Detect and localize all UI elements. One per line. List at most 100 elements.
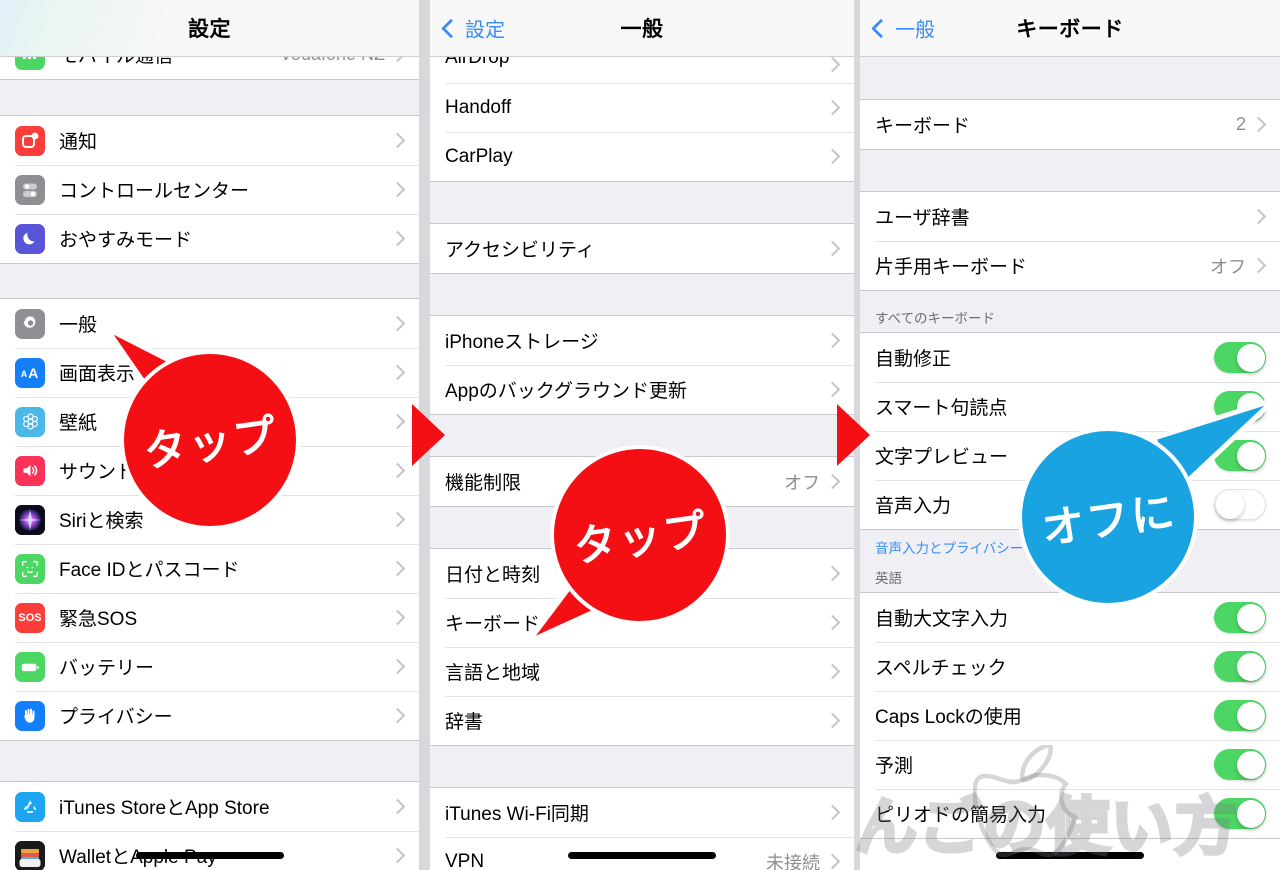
table-row-period-shortcut[interactable]: ピリオドの簡易入力 <box>860 789 1280 838</box>
row-label: バッテリー <box>59 658 155 679</box>
chevron-right-icon <box>824 804 841 821</box>
chevron-right-icon <box>389 560 406 577</box>
chevron-left-icon <box>871 18 891 38</box>
panel1-gap-1 <box>0 80 419 115</box>
toggle-period-shortcut[interactable] <box>1214 798 1266 829</box>
control-center-icon <box>15 174 45 205</box>
row-label: 文字プレビュー <box>875 447 1009 468</box>
panel2-group-b: アクセシビリティ <box>430 223 854 274</box>
chevron-right-icon <box>1250 257 1267 274</box>
callout-bubble-tap-1: タップ <box>120 350 300 530</box>
siri-icon <box>15 504 45 535</box>
table-row-one-handed-keyboard[interactable]: 片手用キーボード オフ <box>860 241 1280 290</box>
table-row-iphone-storage[interactable]: iPhoneストレージ <box>430 316 854 365</box>
chevron-right-icon <box>824 663 841 680</box>
toggle-knob <box>1236 343 1265 372</box>
back-button-general[interactable]: 一般 <box>871 14 935 43</box>
panel3-group-a: キーボード 2 <box>860 99 1280 150</box>
toggle-auto-correction[interactable] <box>1214 342 1266 373</box>
panel3-group-d: 自動大文字入力 スペルチェック Caps Lockの使用 予測 ピリオドの簡易入… <box>860 592 1280 839</box>
table-row-language-region[interactable]: 言語と地域 <box>430 647 854 696</box>
row-label: 片手用キーボード <box>875 257 1028 278</box>
row-label: Siriと検索 <box>59 511 144 532</box>
row-label: ユーザ辞書 <box>875 208 970 229</box>
sidebar-item-do-not-disturb[interactable]: おやすみモード <box>0 214 419 263</box>
row-label: おやすみモード <box>59 230 193 251</box>
toggle-auto-capitalization[interactable] <box>1214 602 1266 633</box>
chevron-right-icon <box>389 609 406 626</box>
toggle-knob <box>1236 701 1265 730</box>
chevron-right-icon <box>824 148 841 165</box>
callout-text: タップ <box>570 505 711 573</box>
toggle-predictive[interactable] <box>1214 749 1266 780</box>
table-row-predictive[interactable]: 予測 <box>860 740 1280 789</box>
sidebar-item-wallet[interactable]: WalletとApple Pay <box>0 831 419 870</box>
toggle-knob <box>1236 750 1265 779</box>
toggle-check-spelling[interactable] <box>1214 651 1266 682</box>
table-row-user-dictionary[interactable]: ユーザ辞書 <box>860 192 1280 241</box>
wallpaper-icon <box>15 406 45 437</box>
table-row-airdrop[interactable]: AirDrop <box>430 57 854 83</box>
chevron-right-icon <box>389 707 406 724</box>
panel2-group-c: iPhoneストレージ Appのバックグラウンド更新 <box>430 315 854 415</box>
row-label: iPhoneストレージ <box>445 332 599 353</box>
row-label: Face IDとパスコード <box>59 560 240 581</box>
chevron-right-icon <box>824 614 841 631</box>
row-label: モバイル通信 <box>59 57 173 68</box>
table-row-check-spelling[interactable]: スペルチェック <box>860 642 1280 691</box>
chevron-right-icon <box>389 798 406 815</box>
table-row-keyboards[interactable]: キーボード 2 <box>860 100 1280 149</box>
row-value: Vodafone NZ <box>280 57 392 65</box>
table-row-carplay[interactable]: CarPlay <box>430 132 854 181</box>
face-id-icon <box>15 553 45 584</box>
table-row-auto-capitalization[interactable]: 自動大文字入力 <box>860 593 1280 642</box>
toggle-knob <box>1236 799 1265 828</box>
table-row-background-refresh[interactable]: Appのバックグラウンド更新 <box>430 365 854 414</box>
row-label: 言語と地域 <box>445 663 541 684</box>
chevron-right-icon <box>824 99 841 116</box>
aa-glyph: A <box>20 368 29 379</box>
row-label: コントロールセンター <box>59 181 250 202</box>
toggle-caps-lock[interactable] <box>1214 700 1266 731</box>
sidebar-item-face-id[interactable]: Face IDとパスコード <box>0 544 419 593</box>
home-indicator <box>135 852 284 859</box>
sidebar-item-battery[interactable]: バッテリー <box>0 642 419 691</box>
chevron-left-icon <box>441 18 461 38</box>
cellular-icon <box>15 57 45 70</box>
back-button-settings[interactable]: 設定 <box>441 14 505 43</box>
table-row-itunes-wifi-sync[interactable]: iTunes Wi-Fi同期 <box>430 788 854 837</box>
table-row-caps-lock[interactable]: Caps Lockの使用 <box>860 691 1280 740</box>
panel2-navbar: 設定 一般 <box>430 0 854 57</box>
row-label: 機能制限 <box>445 473 522 494</box>
sidebar-item-notifications[interactable]: 通知 <box>0 116 419 165</box>
chevron-right-icon <box>389 181 406 198</box>
panel1-cut-group: モバイル通信 Vodafone NZ <box>0 57 419 80</box>
table-row-handoff[interactable]: Handoff <box>430 83 854 132</box>
row-value: 未接続 <box>766 852 820 870</box>
row-label: 自動大文字入力 <box>875 609 1009 630</box>
table-row-auto-correction[interactable]: 自動修正 <box>860 333 1280 382</box>
table-row-dictionary[interactable]: 辞書 <box>430 696 854 745</box>
row-label: スマート句読点 <box>875 398 1008 419</box>
chevron-right-icon <box>389 847 406 864</box>
chevron-right-icon <box>389 132 406 149</box>
aa-glyph-big: A <box>28 364 40 381</box>
row-label: AirDrop <box>445 57 510 68</box>
privacy-hand-icon <box>15 700 45 731</box>
chevron-right-icon <box>1250 208 1267 225</box>
chevron-right-icon <box>389 658 406 675</box>
row-label: 音声入力 <box>875 496 952 517</box>
sidebar-item-privacy[interactable]: プライバシー <box>0 691 419 740</box>
sidebar-item-itunes-app-store[interactable]: iTunes StoreとApp Store <box>0 782 419 831</box>
home-indicator <box>996 852 1144 859</box>
table-row-mobile[interactable]: モバイル通信 Vodafone NZ <box>0 57 419 79</box>
sidebar-item-emergency-sos[interactable]: SOS 緊急SOS <box>0 593 419 642</box>
chevron-right-icon <box>824 57 841 73</box>
battery-icon <box>15 651 45 682</box>
panel1-gap-3 <box>0 741 419 781</box>
table-row-accessibility[interactable]: アクセシビリティ <box>430 224 854 273</box>
sidebar-item-control-center[interactable]: コントロールセンター <box>0 165 419 214</box>
chevron-right-icon <box>389 462 406 479</box>
back-button-label: 設定 <box>465 19 505 42</box>
row-value: オフ <box>1210 256 1246 277</box>
